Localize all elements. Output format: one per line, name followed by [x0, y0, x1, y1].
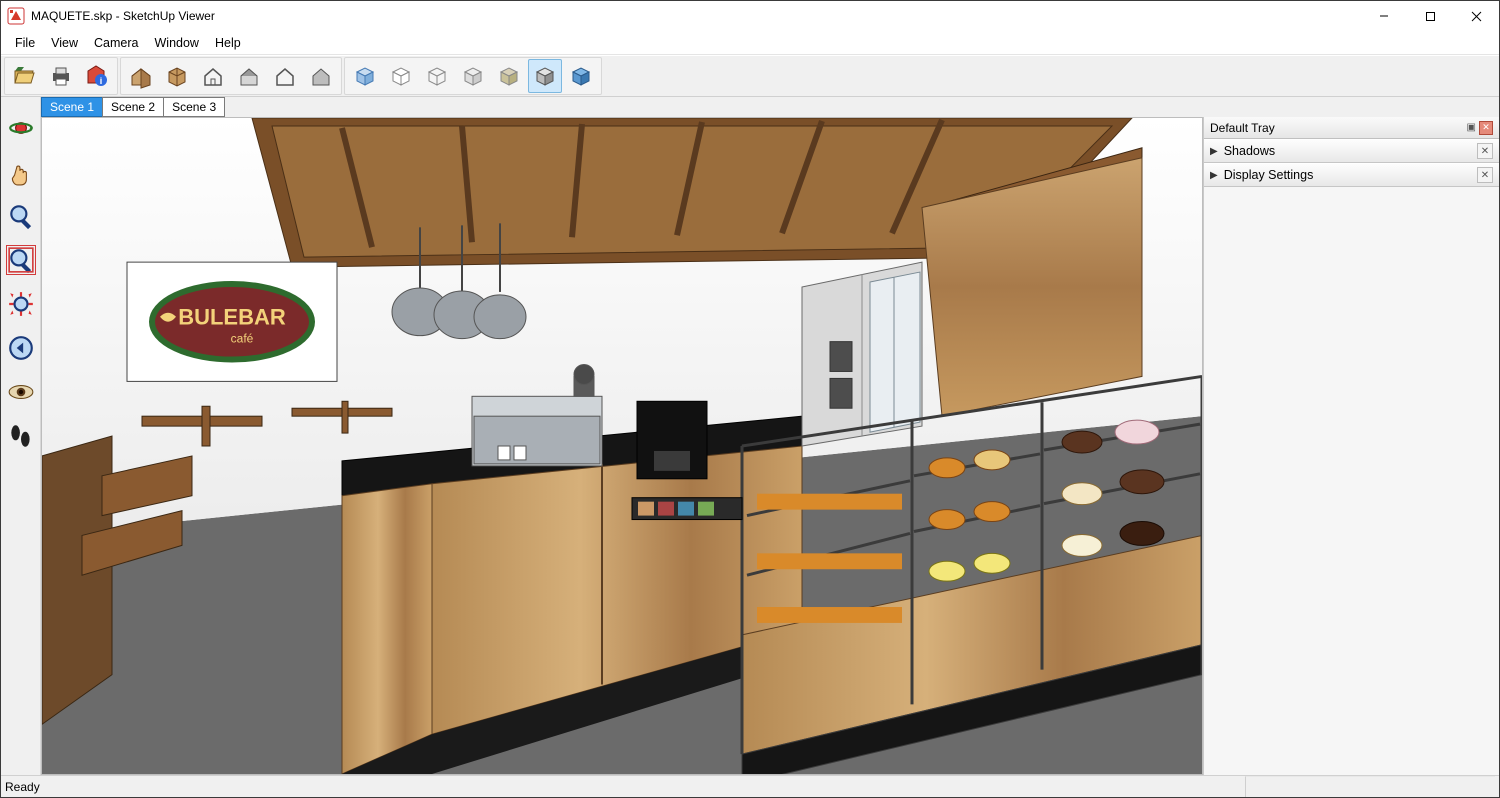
previous-icon[interactable]	[6, 333, 36, 363]
logo-bottom: café	[231, 332, 254, 346]
look-around-icon[interactable]	[6, 377, 36, 407]
zoom-extents-icon[interactable]	[6, 289, 36, 319]
style-1-icon[interactable]	[124, 59, 158, 93]
panel-display-settings[interactable]: ▶ Display Settings ✕	[1204, 163, 1499, 187]
face-5-icon[interactable]	[492, 59, 526, 93]
model-info-icon[interactable]: i	[80, 59, 114, 93]
expand-arrow-icon: ▶	[1210, 146, 1218, 157]
style-3-icon[interactable]	[196, 59, 230, 93]
panel-label: Display Settings	[1224, 168, 1314, 182]
orbit-icon[interactable]	[6, 113, 36, 143]
tray-title-text: Default Tray	[1210, 121, 1275, 135]
status-bar: Ready	[1, 775, 1499, 797]
style-2-icon[interactable]	[160, 59, 194, 93]
menu-file[interactable]: File	[7, 34, 43, 52]
face-1-icon[interactable]	[348, 59, 382, 93]
scene-tab[interactable]: Scene 2	[102, 97, 164, 117]
zoom-icon[interactable]	[6, 201, 36, 231]
style-6-icon[interactable]	[304, 59, 338, 93]
face-6-icon[interactable]	[528, 59, 562, 93]
face-4-icon[interactable]	[456, 59, 490, 93]
app-window: MAQUETE.skp - SketchUp Viewer File View …	[0, 0, 1500, 798]
status-right-cell	[1245, 776, 1495, 797]
app-logo-icon	[7, 7, 25, 25]
toolbar-group: i	[4, 57, 118, 95]
panel-close-icon[interactable]: ✕	[1477, 167, 1493, 183]
logo-top: BULEBAR	[178, 305, 286, 330]
maximize-button[interactable]	[1407, 1, 1453, 31]
face-3-icon[interactable]	[420, 59, 454, 93]
scene-tab[interactable]: Scene 1	[41, 97, 103, 117]
workspace: Scene 1Scene 2Scene 3	[1, 97, 1499, 775]
panel-close-icon[interactable]: ✕	[1477, 143, 1493, 159]
minimize-button[interactable]	[1361, 1, 1407, 31]
close-button[interactable]	[1453, 1, 1499, 31]
style-4-icon[interactable]	[232, 59, 266, 93]
tray-titlebar[interactable]: Default Tray ▣ ✕	[1204, 117, 1499, 139]
menu-bar: File View Camera Window Help	[1, 31, 1499, 55]
menu-view[interactable]: View	[43, 34, 86, 52]
title-bar: MAQUETE.skp - SketchUp Viewer	[1, 1, 1499, 31]
panel-shadows[interactable]: ▶ Shadows ✕	[1204, 139, 1499, 163]
expand-arrow-icon: ▶	[1210, 170, 1218, 181]
toolbar-group	[120, 57, 342, 95]
status-text: Ready	[5, 780, 40, 794]
pan-icon[interactable]	[6, 157, 36, 187]
svg-text:i: i	[100, 76, 103, 86]
menu-camera[interactable]: Camera	[86, 34, 146, 52]
walk-icon[interactable]	[6, 421, 36, 451]
menu-window[interactable]: Window	[147, 34, 207, 52]
print-icon[interactable]	[44, 59, 78, 93]
main-toolbar: i	[1, 55, 1499, 97]
window-controls	[1361, 1, 1499, 31]
open-icon[interactable]	[8, 59, 42, 93]
scene-tabs: Scene 1Scene 2Scene 3	[41, 97, 225, 117]
model-viewport[interactable]: BULEBAR café	[41, 117, 1203, 775]
face-7-icon[interactable]	[564, 59, 598, 93]
default-tray: Default Tray ▣ ✕ ▶ Shadows ✕ ▶ Display S…	[1203, 117, 1499, 775]
toolbar-group	[344, 57, 602, 95]
zoom-window-icon[interactable]	[6, 245, 36, 275]
window-title: MAQUETE.skp - SketchUp Viewer	[31, 9, 1361, 23]
camera-toolbar	[1, 97, 41, 775]
viewport-wrapper: BULEBAR café	[41, 97, 1499, 775]
panel-label: Shadows	[1224, 144, 1275, 158]
tray-close-icon[interactable]: ✕	[1479, 121, 1493, 135]
scene-tab[interactable]: Scene 3	[163, 97, 225, 117]
menu-help[interactable]: Help	[207, 34, 249, 52]
face-2-icon[interactable]	[384, 59, 418, 93]
style-5-icon[interactable]	[268, 59, 302, 93]
pin-icon[interactable]: ▣	[1467, 122, 1476, 133]
